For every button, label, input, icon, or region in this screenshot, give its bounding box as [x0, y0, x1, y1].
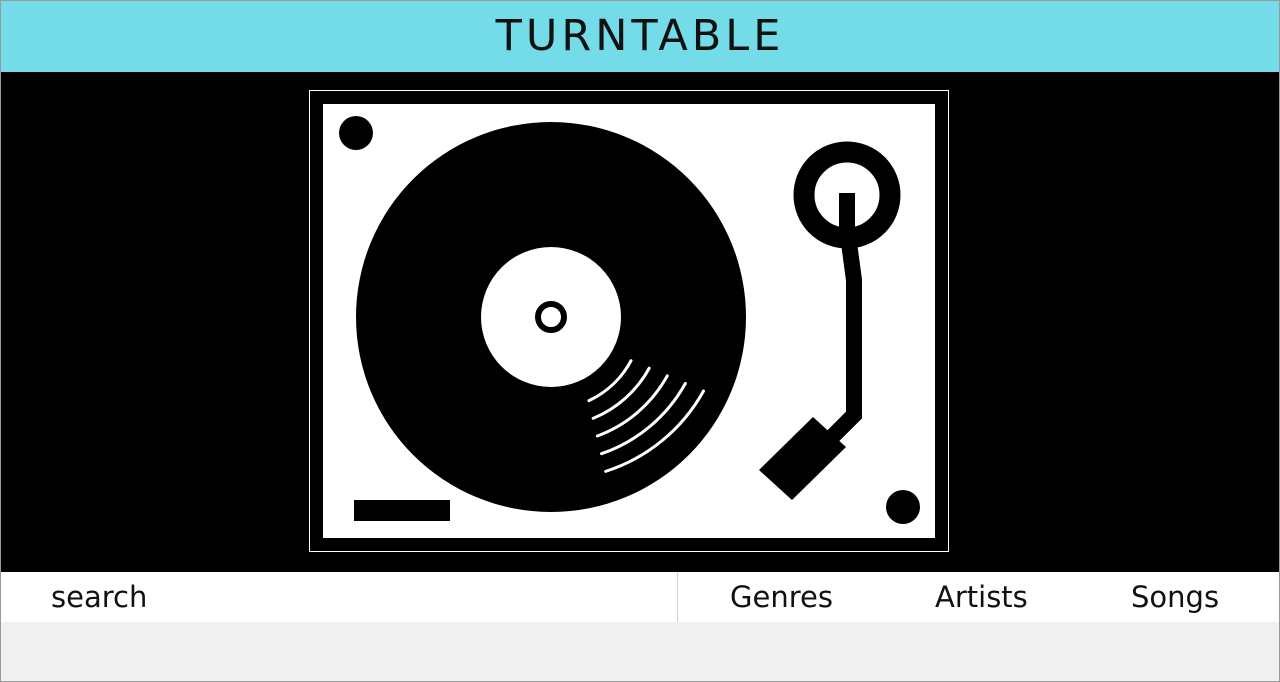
nav-bar: search Genres Artists Songs	[0, 572, 1280, 622]
nav-artists[interactable]: Artists	[935, 572, 1028, 622]
search-input[interactable]: search	[0, 572, 678, 622]
app-header: TURNTABLE	[0, 0, 1280, 72]
nav-genres[interactable]: Genres	[730, 572, 833, 622]
hero-banner	[0, 72, 1280, 572]
content-area	[0, 622, 1280, 682]
nav-songs[interactable]: Songs	[1131, 572, 1219, 622]
app-title: TURNTABLE	[495, 11, 785, 61]
turntable-icon	[309, 90, 949, 552]
